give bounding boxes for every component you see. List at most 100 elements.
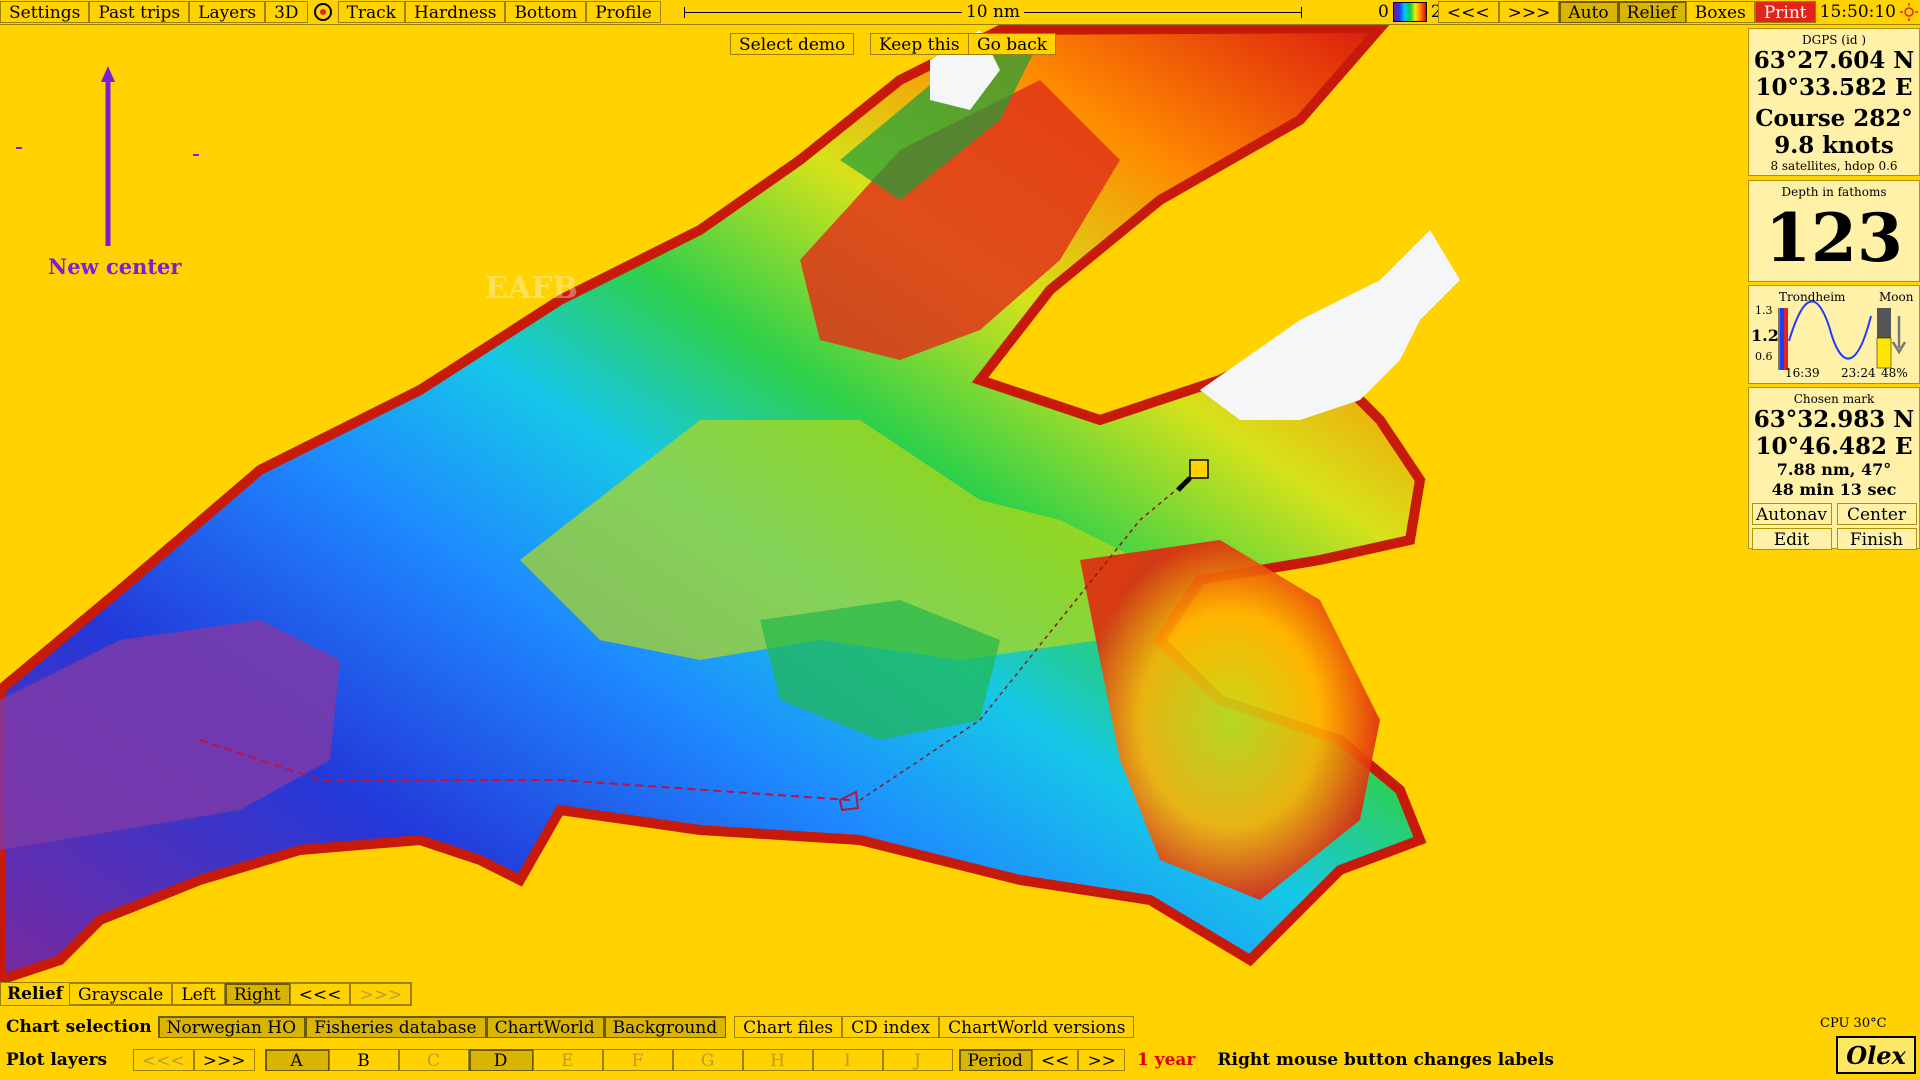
scale-label: 10 nm: [961, 2, 1025, 22]
relief-toolbar: Relief Grayscale Left Right <<< >>>: [0, 982, 413, 1006]
mark-distance: 7.88 nm, 47°: [1776, 460, 1892, 479]
relief-next-button[interactable]: >>>: [350, 983, 412, 1005]
mark-latitude: 63°32.983 N: [1753, 406, 1915, 433]
layers-button[interactable]: Layers: [189, 1, 266, 23]
center-tick-left: [16, 147, 22, 149]
tide-max: 1.3: [1755, 304, 1773, 317]
layer-j-button[interactable]: J: [882, 1049, 953, 1071]
gps-panel[interactable]: DGPS (id ) 63°27.604 N 10°33.582 E Cours…: [1748, 28, 1920, 176]
track-button[interactable]: Track: [337, 1, 405, 23]
autonav-button[interactable]: Autonav: [1751, 503, 1832, 525]
top-right-controls: <<< >>> Auto Relief Boxes Print 15:50:10: [1437, 0, 1920, 24]
color-scale-bar: [1392, 2, 1427, 22]
layer-e-button[interactable]: E: [532, 1049, 603, 1071]
norwegian-ho-button[interactable]: Norwegian HO: [157, 1016, 306, 1038]
layer-c-button[interactable]: C: [398, 1049, 469, 1071]
tide-min: 0.6: [1755, 350, 1773, 363]
settings-button[interactable]: Settings: [0, 1, 90, 23]
depth-value: 123: [1765, 199, 1903, 277]
labels-hint: Right mouse button changes labels: [1217, 1050, 1555, 1070]
plot-layers-toolbar: Plot layers <<< >>> A B C D E F G H I J …: [0, 1049, 1554, 1071]
gps-longitude: 10°33.582 E: [1755, 74, 1913, 101]
tide-panel[interactable]: Trondheim Moon 1.3 1.2 0.6 16:39 23:24 4…: [1748, 285, 1920, 384]
chart-selection-toolbar: Chart selection Norwegian HO Fisheries d…: [0, 1016, 1135, 1038]
mark-eta: 48 min 13 sec: [1771, 480, 1897, 499]
mark-button-row-1: Autonav Center: [1749, 503, 1919, 525]
mark-longitude: 10°46.482 E: [1755, 433, 1913, 460]
period-button[interactable]: Period: [958, 1049, 1032, 1071]
layer-a-button[interactable]: A: [264, 1049, 329, 1071]
depth-label: Depth in fathoms: [1781, 185, 1887, 199]
relief-title: Relief: [7, 984, 63, 1004]
go-back-button[interactable]: Go back: [968, 33, 1057, 55]
select-demo-button[interactable]: Select demo: [730, 33, 855, 55]
chart-selection-title: Chart selection: [6, 1017, 152, 1037]
cd-index-button[interactable]: CD index: [842, 1016, 940, 1038]
fisheries-database-button[interactable]: Fisheries database: [305, 1016, 486, 1038]
grayscale-button[interactable]: Grayscale: [69, 983, 173, 1005]
plot-layers-title: Plot layers: [6, 1050, 108, 1070]
layer-i-button[interactable]: I: [812, 1049, 883, 1071]
period-value: 1 year: [1136, 1050, 1196, 1070]
plot-prev-button[interactable]: <<<: [133, 1049, 194, 1071]
target-icon[interactable]: [312, 1, 334, 23]
auto-button[interactable]: Auto: [1559, 1, 1618, 23]
olex-logo[interactable]: Olex: [1836, 1036, 1916, 1074]
gps-latitude: 63°27.604 N: [1753, 47, 1915, 74]
finish-button[interactable]: Finish: [1836, 528, 1917, 550]
past-trips-button[interactable]: Past trips: [89, 1, 190, 23]
keep-this-button[interactable]: Keep this: [870, 33, 969, 55]
background-button[interactable]: Background: [603, 1016, 727, 1038]
clock: 15:50:10: [1819, 2, 1896, 22]
relief-button[interactable]: Relief: [1617, 1, 1686, 23]
tide-current: 1.2: [1751, 326, 1779, 345]
period-back-button[interactable]: <<: [1031, 1049, 1079, 1071]
tide-place: Trondheim: [1779, 290, 1846, 304]
tide-time-2: 23:24: [1841, 366, 1876, 380]
chartworld-versions-button[interactable]: ChartWorld versions: [939, 1016, 1135, 1038]
gps-source: DGPS (id ): [1801, 33, 1866, 47]
scale-bar: 10 nm: [684, 2, 1302, 22]
bottom-button[interactable]: Bottom: [505, 1, 587, 23]
nav-prev-button[interactable]: <<<: [1437, 1, 1499, 23]
edit-button[interactable]: Edit: [1751, 528, 1832, 550]
tide-moon-label: Moon: [1879, 290, 1914, 304]
new-center-arrow-icon: [101, 66, 115, 246]
gps-satellites: 8 satellites, hdop 0.6: [1770, 159, 1898, 173]
layer-f-button[interactable]: F: [602, 1049, 673, 1071]
bathymetry-map[interactable]: EAFB: [0, 0, 1920, 1080]
chart-files-button[interactable]: Chart files: [734, 1016, 843, 1038]
plot-next-button[interactable]: >>>: [193, 1049, 255, 1071]
boxes-button[interactable]: Boxes: [1685, 1, 1755, 23]
layer-d-button[interactable]: D: [468, 1049, 533, 1071]
tide-time-1: 16:39: [1785, 366, 1820, 380]
mark-button-row-2: Edit Finish: [1749, 528, 1919, 550]
chartworld-button[interactable]: ChartWorld: [485, 1016, 604, 1038]
hardness-button[interactable]: Hardness: [405, 1, 506, 23]
layer-h-button[interactable]: H: [742, 1049, 813, 1071]
left-button[interactable]: Left: [172, 983, 225, 1005]
right-button[interactable]: Right: [224, 983, 290, 1005]
3d-button[interactable]: 3D: [265, 1, 308, 23]
new-center-label[interactable]: New center: [48, 254, 182, 279]
sun-icon[interactable]: [1900, 3, 1918, 21]
relief-prev-button[interactable]: <<<: [289, 983, 351, 1005]
center-button[interactable]: Center: [1836, 503, 1917, 525]
nav-next-button[interactable]: >>>: [1498, 1, 1560, 23]
layer-g-button[interactable]: G: [672, 1049, 743, 1071]
print-button[interactable]: Print: [1754, 1, 1816, 23]
color-scale-min: 0: [1378, 2, 1389, 22]
period-forward-button[interactable]: >>: [1078, 1049, 1125, 1071]
gps-speed: 9.8 knots: [1774, 132, 1894, 159]
layer-b-button[interactable]: B: [328, 1049, 399, 1071]
depth-panel[interactable]: Depth in fathoms 123: [1748, 180, 1920, 282]
moon-percent: 48%: [1881, 366, 1908, 380]
top-menu: Settings Past trips Layers 3D Track Hard…: [0, 1, 661, 23]
profile-button[interactable]: Profile: [586, 1, 661, 23]
cpu-temperature: CPU 30°C: [1820, 1016, 1887, 1031]
gps-course: Course 282°: [1755, 105, 1913, 132]
mark-label: Chosen mark: [1793, 392, 1875, 406]
chosen-mark-panel[interactable]: Chosen mark 63°32.983 N 10°46.482 E 7.88…: [1748, 387, 1920, 550]
map-watermark: EAFB: [485, 271, 578, 306]
center-tick-right: [193, 154, 199, 156]
